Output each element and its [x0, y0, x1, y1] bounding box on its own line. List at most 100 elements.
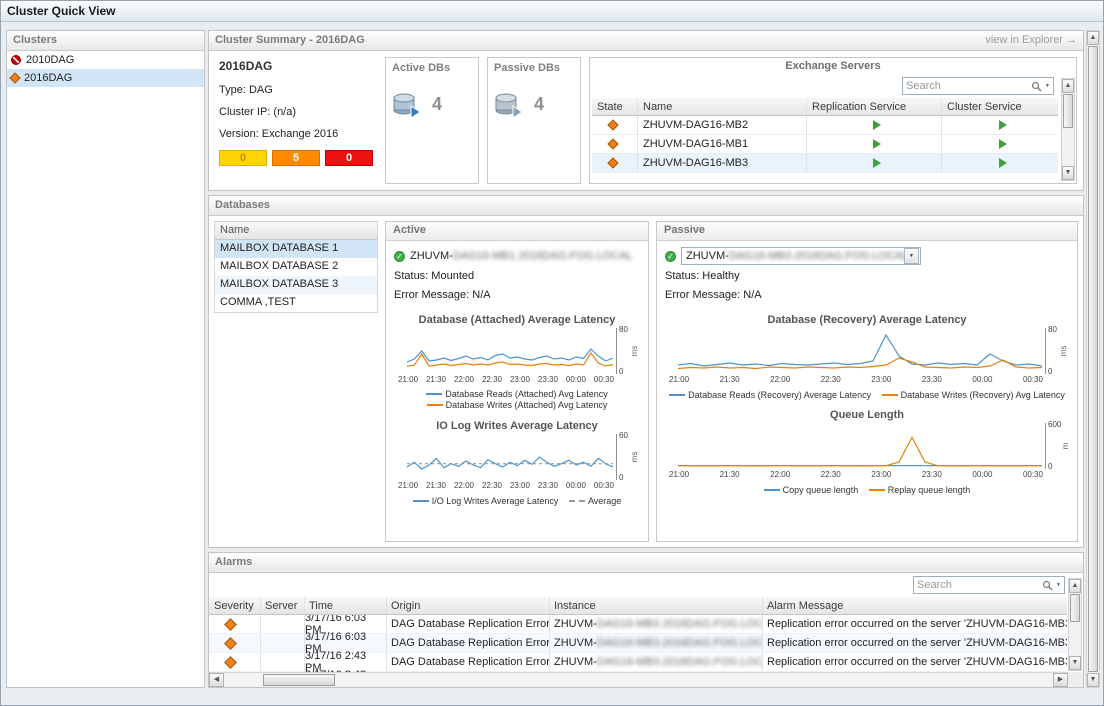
databases-panel: Databases Name MAILBOX DATABASE 1 MAILBO… [208, 195, 1084, 548]
scroll-right-button[interactable]: ▶ [1053, 673, 1068, 687]
scrollbar-thumb[interactable] [1070, 594, 1080, 622]
legend-swatch [882, 394, 898, 396]
service-running-icon [999, 139, 1007, 149]
database-list-item[interactable]: MAILBOX DATABASE 1 [215, 240, 377, 258]
io-log-writes-chart: IO Log Writes Average Latency 60 ms 0 21… [394, 420, 640, 506]
cluster-item-2016dag[interactable]: 2016DAG [7, 69, 204, 87]
scrollbar-thumb[interactable] [263, 674, 335, 686]
alarms-horizontal-scrollbar[interactable]: ◀ ▶ [209, 672, 1068, 687]
chart-legend: I/O Log Writes Average Latency Average [394, 494, 640, 506]
database-icon [392, 90, 422, 118]
cluster-type: Type: DAG [219, 84, 373, 96]
fatal-count-badge[interactable]: 0 [325, 150, 373, 166]
scroll-down-button[interactable]: ▼ [1087, 673, 1099, 687]
warning-diamond-icon [9, 72, 20, 83]
chart-plot [404, 328, 616, 374]
scroll-up-button[interactable]: ▲ [1062, 79, 1074, 93]
critical-count-badge[interactable]: 5 [272, 150, 320, 166]
column-header-server[interactable]: Server [261, 597, 305, 614]
database-list-item[interactable]: MAILBOX DATABASE 2 [215, 258, 377, 276]
column-header-time[interactable]: Time [305, 597, 387, 614]
servers-search-input[interactable] [906, 80, 1031, 92]
warning-count-badge[interactable]: 0 [219, 150, 267, 166]
alarms-search-input[interactable] [917, 579, 1042, 591]
window-vertical-scrollbar[interactable]: ▲ ▼ [1086, 30, 1100, 688]
y-axis: 80 ms 0 [1045, 328, 1069, 374]
search-options-caret-icon[interactable]: ▼ [1045, 83, 1050, 89]
column-header-state[interactable]: State [592, 98, 638, 115]
scroll-down-button[interactable]: ▼ [1069, 656, 1081, 670]
search-icon[interactable] [1042, 580, 1053, 591]
column-header-cluster[interactable]: Cluster Service [942, 98, 1058, 115]
scroll-up-button[interactable]: ▲ [1069, 579, 1081, 593]
alarm-instance: ZHUVM-DAG16-MB3.2016DAG.FOG.LOCAL [550, 615, 763, 633]
legend-swatch [669, 394, 685, 396]
server-row[interactable]: ZHUVM-DAG16-MB1 [592, 135, 1058, 154]
alarms-panel-title: Alarms [215, 556, 1077, 568]
cluster-item-label: 2016DAG [24, 72, 72, 84]
active-status: Status: Mounted [394, 267, 640, 286]
alarms-vertical-scrollbar[interactable]: ▲ ▼ [1068, 578, 1082, 671]
alarm-message: Replication error occurred on the server… [763, 653, 1067, 671]
column-header-message[interactable]: Alarm Message [763, 597, 1067, 614]
alarm-origin: DAG Database Replication Error [387, 615, 550, 633]
databases-panel-title: Databases [215, 199, 1077, 211]
cluster-name: 2016DAG [219, 59, 373, 73]
service-running-icon [873, 139, 881, 149]
clusters-panel-header: Clusters [7, 31, 204, 51]
cluster-item-2010dag[interactable]: 2010DAG [7, 51, 204, 69]
x-axis-labels: 21:0021:3022:0022:3023:0023:3000:0000:30 [669, 470, 1043, 479]
chart-legend: Copy queue length Replay queue length [665, 483, 1069, 495]
select-caret-button[interactable]: ▼ [904, 248, 919, 264]
healthy-check-icon: ✓ [394, 251, 405, 262]
scrollbar-corner [1068, 672, 1083, 687]
server-row[interactable]: ZHUVM-DAG16-MB2 [592, 116, 1058, 135]
scrollbar-thumb[interactable] [1063, 94, 1073, 128]
active-dbs-count: 4 [432, 94, 442, 115]
scroll-left-button[interactable]: ◀ [209, 673, 224, 687]
legend-swatch [869, 489, 885, 491]
recovery-latency-chart: Database (Recovery) Average Latency 80 m… [665, 314, 1069, 400]
database-icon [494, 90, 524, 118]
database-list-item[interactable]: MAILBOX DATABASE 3 [215, 276, 377, 294]
column-header-instance[interactable]: Instance [550, 597, 763, 614]
service-running-icon [873, 120, 881, 130]
warning-diamond-icon [607, 157, 618, 168]
column-header-origin[interactable]: Origin [387, 597, 550, 614]
alarm-instance: ZHUVM-DAG16-MB3.2016DAG.FOG.LOCAL [550, 634, 763, 652]
alarm-origin: DAG Database Replication Error [387, 634, 550, 652]
y-axis: 60 ms 0 [616, 434, 640, 480]
redacted-text: DAG16-MB1.2016DAG.FOG.LOCAL [453, 250, 633, 262]
column-header-name[interactable]: Name [638, 98, 807, 115]
passive-dbs-count: 4 [534, 94, 544, 115]
column-header-replication[interactable]: Replication Service [807, 98, 942, 115]
scrollbar-thumb[interactable] [1088, 46, 1098, 672]
legend-swatch [426, 393, 442, 395]
redacted-text: DAG16-MB3.2016DAG.FOG.LOCAL [597, 656, 763, 668]
view-in-explorer-label: view in Explorer [985, 34, 1063, 46]
clusters-panel: Clusters 2010DAG 2016DAG [6, 30, 205, 688]
scroll-down-button[interactable]: ▼ [1062, 166, 1074, 180]
passive-box-header: Passive [657, 222, 1077, 241]
active-dbs-box: Active DBs 4 [385, 57, 479, 184]
scroll-up-button[interactable]: ▲ [1087, 31, 1099, 45]
databases-panel-header: Databases [209, 196, 1083, 216]
cluster-summary-panel: Cluster Summary - 2016DAG view in Explor… [208, 30, 1084, 191]
database-list-header[interactable]: Name [215, 222, 377, 240]
passive-dbs-label: Passive DBs [494, 62, 574, 74]
passive-status: Status: Healthy [665, 267, 1069, 286]
database-list: Name MAILBOX DATABASE 1 MAILBOX DATABASE… [214, 221, 378, 313]
alarms-table-body: 3/17/16 6:03 PM DAG Database Replication… [209, 615, 1083, 676]
column-header-severity[interactable]: Severity [209, 597, 261, 614]
y-axis: 80 ms 0 [616, 328, 640, 374]
server-row[interactable]: ZHUVM-DAG16-MB3 [592, 154, 1058, 173]
passive-server-select[interactable]: ZHUVM-DAG16-MB3.2016DAG.FOG.LOCAL ▼ [681, 247, 921, 265]
chart-title: Queue Length [665, 409, 1069, 421]
chart-plot [404, 434, 616, 480]
servers-scrollbar[interactable]: ▲ ▼ [1061, 78, 1075, 181]
chart-title: IO Log Writes Average Latency [394, 420, 640, 432]
search-options-caret-icon[interactable]: ▼ [1056, 582, 1061, 588]
view-in-explorer-link[interactable]: view in Explorer → [985, 34, 1077, 46]
database-list-item[interactable]: COMMA ,TEST [215, 294, 377, 312]
search-icon[interactable] [1031, 81, 1042, 92]
